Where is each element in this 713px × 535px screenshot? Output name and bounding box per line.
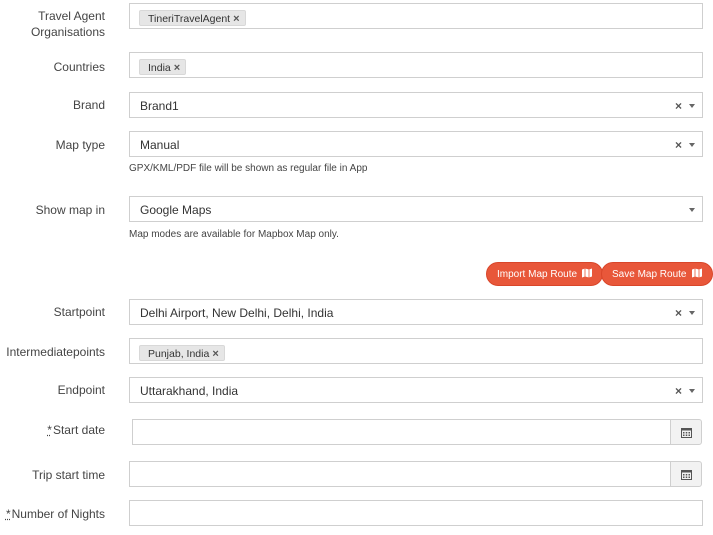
show-map-in-help: Map modes are available for Mapbox Map o… [129,229,339,240]
chevron-down-icon[interactable] [689,208,695,212]
tag-intermediatepoint: Punjab, India × [139,345,225,361]
chevron-down-icon[interactable] [689,311,695,315]
map-type-select[interactable]: Manual × [129,131,703,157]
tag-travel-agent: TineriTravelAgent × [139,10,246,26]
required-mark: * [5,507,11,521]
countries-select[interactable]: India × [129,52,703,78]
endpoint-label: Endpoint [57,383,105,397]
endpoint-select[interactable]: Uttarakhand, India × [129,377,703,403]
remove-tag-icon[interactable]: × [212,348,218,360]
start-date-input[interactable] [132,419,671,445]
map-type-value: Manual [140,138,180,152]
tag-country: India × [139,59,187,75]
travel-agent-select[interactable]: TineriTravelAgent × [129,3,703,29]
travel-agent-label: Travel Agent Organisations [30,9,105,39]
chevron-down-icon[interactable] [689,389,695,393]
required-mark: * [47,423,52,437]
show-map-in-select[interactable]: Google Maps [129,196,703,222]
startpoint-label: Startpoint [53,305,105,319]
map-icon [582,264,593,288]
trip-start-time-input[interactable] [129,461,671,487]
number-of-nights-label: *Number of Nights [5,507,105,521]
map-type-label: Map type [55,138,105,152]
chevron-down-icon[interactable] [689,143,695,147]
start-date-calendar-button[interactable] [670,419,702,445]
number-of-nights-input[interactable] [129,500,703,526]
clear-icon[interactable]: × [675,378,682,404]
start-date-label: *Start date [47,423,105,437]
intermediatepoints-select[interactable]: Punjab, India × [129,338,703,364]
remove-tag-icon[interactable]: × [174,62,180,74]
show-map-in-label: Show map in [35,203,105,217]
startpoint-select[interactable]: Delhi Airport, New Delhi, Delhi, India × [129,299,703,325]
countries-label: Countries [53,60,105,74]
clear-icon[interactable]: × [675,300,682,326]
import-map-route-button[interactable]: Import Map Route [486,262,604,288]
trip-start-time-label: Trip start time [32,468,105,482]
startpoint-value: Delhi Airport, New Delhi, Delhi, India [140,306,334,320]
calendar-icon [681,428,692,438]
calendar-icon [681,470,692,480]
brand-select[interactable]: Brand1 × [129,92,703,118]
remove-tag-icon[interactable]: × [233,13,239,25]
save-map-route-button[interactable]: Save Map Route [601,262,713,286]
endpoint-value: Uttarakhand, India [140,384,239,398]
brand-value: Brand1 [140,99,179,113]
clear-icon[interactable]: × [675,93,682,119]
map-icon [691,264,702,288]
chevron-down-icon[interactable] [689,104,695,108]
trip-start-time-calendar-button[interactable] [670,461,702,487]
intermediatepoints-label: Intermediatepoints [6,345,105,359]
map-type-help: GPX/KML/PDF file will be shown as regula… [129,163,368,174]
show-map-in-value: Google Maps [140,203,212,217]
brand-label: Brand [72,98,105,112]
clear-icon[interactable]: × [675,132,682,158]
